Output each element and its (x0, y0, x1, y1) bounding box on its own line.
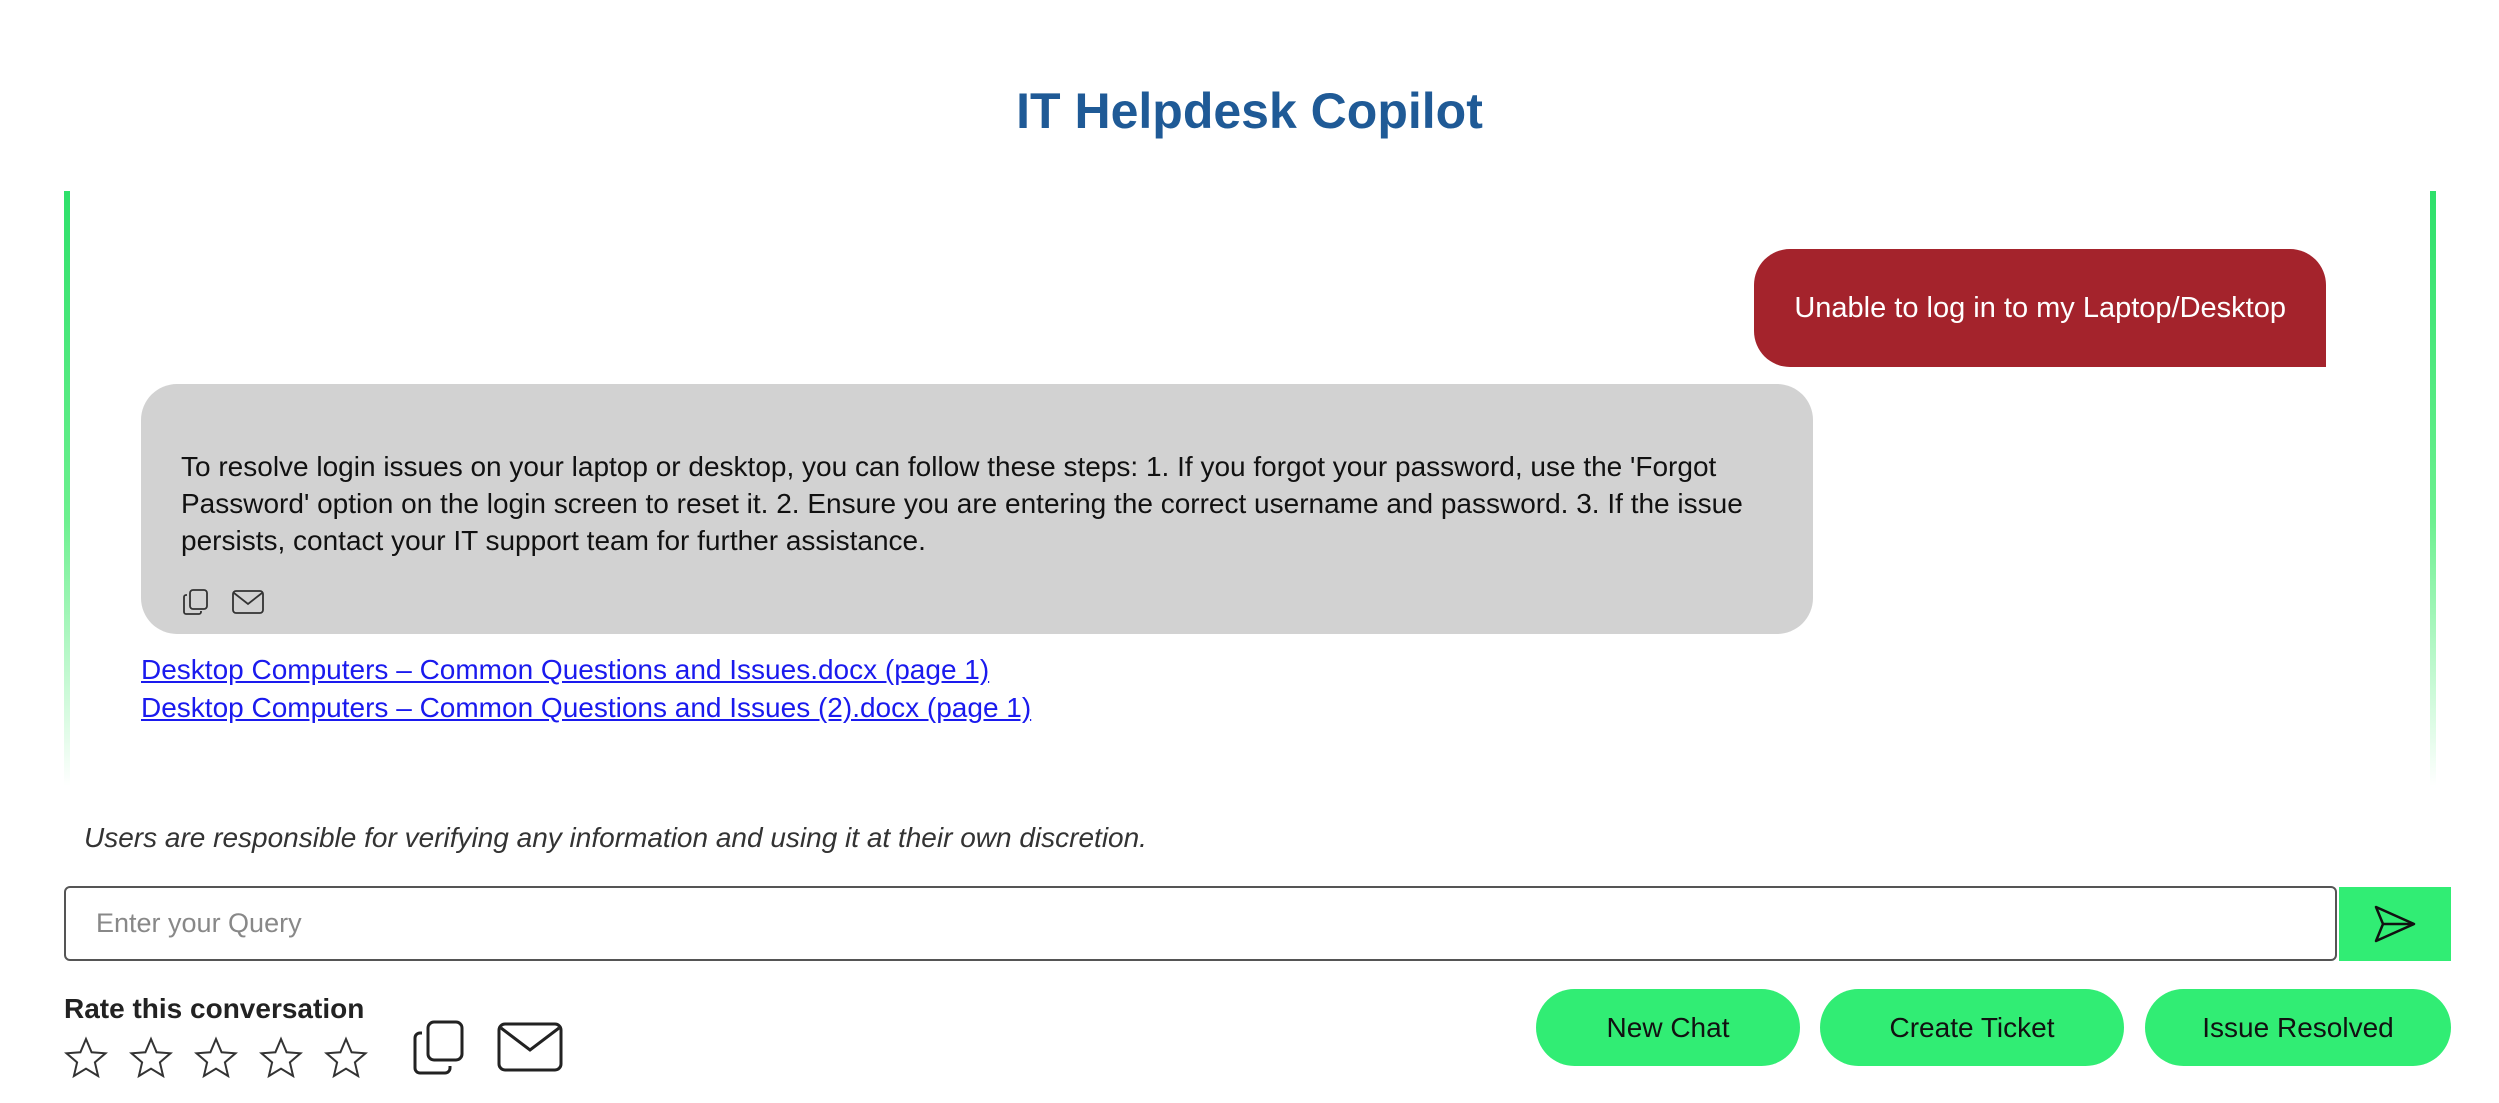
copy-icon[interactable] (410, 1018, 468, 1076)
mail-icon[interactable] (231, 588, 265, 616)
send-icon (2374, 905, 2416, 943)
star-3[interactable] (194, 1036, 238, 1080)
conversation-actions (410, 1018, 564, 1076)
new-chat-button[interactable]: New Chat (1536, 989, 1800, 1066)
source-link-1[interactable]: Desktop Computers – Common Questions and… (141, 651, 1031, 689)
chat-border-left (64, 191, 70, 786)
source-links: Desktop Computers – Common Questions and… (141, 651, 1031, 727)
user-message-text: Unable to log in to my Laptop/Desktop (1794, 291, 2286, 324)
query-input[interactable] (64, 886, 2337, 961)
page-title: IT Helpdesk Copilot (1016, 83, 1483, 139)
star-1[interactable] (64, 1036, 108, 1080)
chat-area: Unable to log in to my Laptop/Desktop To… (64, 191, 2436, 786)
source-link-2[interactable]: Desktop Computers – Common Questions and… (141, 689, 1031, 727)
issue-resolved-button[interactable]: Issue Resolved (2145, 989, 2451, 1066)
star-4[interactable] (259, 1036, 303, 1080)
star-2[interactable] (129, 1036, 173, 1080)
send-button[interactable] (2339, 887, 2451, 961)
chat-border-right (2430, 191, 2436, 786)
user-message-bubble: Unable to log in to my Laptop/Desktop (1754, 249, 2326, 367)
create-ticket-button[interactable]: Create Ticket (1820, 989, 2124, 1066)
disclaimer-text: Users are responsible for verifying any … (84, 822, 1147, 853)
bot-message-actions (181, 587, 265, 617)
rating-stars (64, 1036, 368, 1080)
bot-message-bubble: To resolve login issues on your laptop o… (141, 384, 1813, 634)
mail-icon[interactable] (496, 1020, 564, 1074)
star-5[interactable] (324, 1036, 368, 1080)
copy-icon[interactable] (181, 587, 211, 617)
bot-message-text: To resolve login issues on your laptop o… (181, 451, 1743, 556)
rating-label: Rate this conversation (64, 993, 365, 1024)
